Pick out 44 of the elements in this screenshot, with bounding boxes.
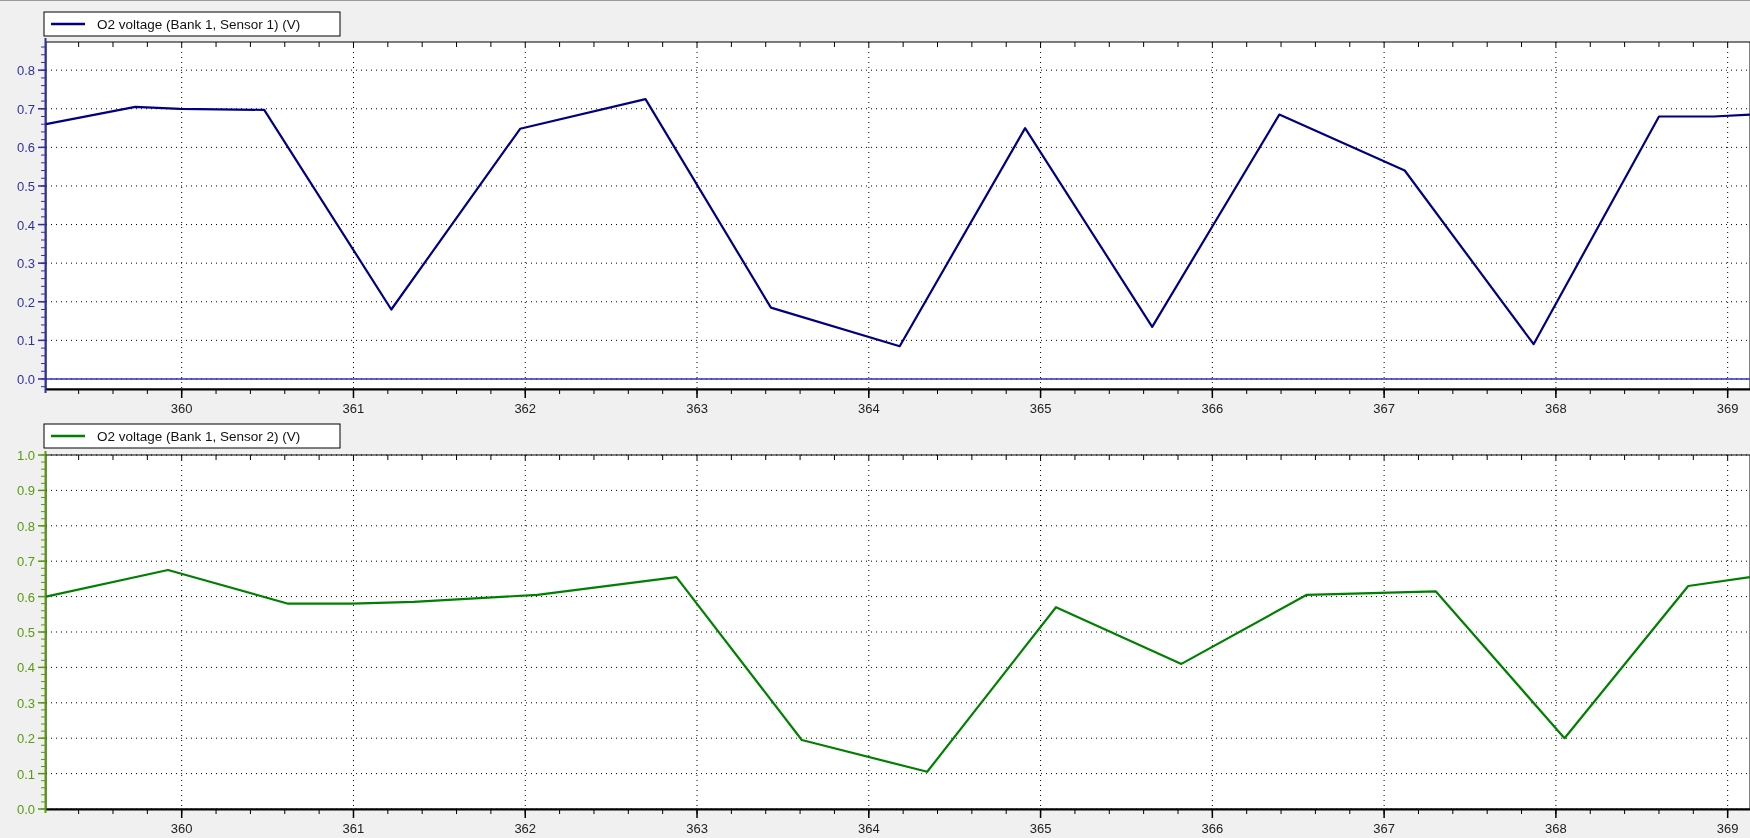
legend-line-icon <box>51 22 85 26</box>
y-tick-label: 0.5 <box>16 625 35 640</box>
x-tick-label: 362 <box>514 821 537 836</box>
y-tick-label: 0.4 <box>16 660 35 676</box>
y-tick-label: 0.7 <box>16 554 35 570</box>
y-tick-label: 0.4 <box>16 217 35 233</box>
x-tick-label: 360 <box>170 401 193 416</box>
y-tick-label: 0.9 <box>16 483 35 499</box>
x-tick-label: 368 <box>1545 401 1567 416</box>
x-tick-label: 366 <box>1201 401 1224 416</box>
y-tick-label: 0.3 <box>16 256 35 272</box>
x-tick-label: 365 <box>1029 821 1052 836</box>
y-tick-label: 0.6 <box>16 589 35 605</box>
x-tick-label: 364 <box>857 821 880 836</box>
x-tick-label: 362 <box>514 401 537 416</box>
x-tick-label: 367 <box>1373 401 1395 416</box>
x-tick-label: 361 <box>342 821 365 836</box>
x-tick-label: 369 <box>1716 401 1739 416</box>
y-tick-label: 0.2 <box>16 294 35 310</box>
y-tick-label: 0.8 <box>16 518 35 534</box>
y-tick-label: 0.0 <box>16 802 35 817</box>
y-tick-label: 0.3 <box>16 695 35 711</box>
x-tick-label: 361 <box>342 401 365 416</box>
x-tick-label: 365 <box>1029 401 1052 416</box>
legend-label: O2 voltage (Bank 1, Sensor 2) (V) <box>97 429 301 444</box>
x-tick-label: 364 <box>857 401 880 416</box>
x-tick-label: 369 <box>1716 821 1739 836</box>
x-tick-label: 363 <box>686 821 708 836</box>
x-tick-label: 360 <box>170 821 193 836</box>
y-tick-label: 0.5 <box>16 178 35 194</box>
y-tick-label: 1.0 <box>16 448 35 463</box>
legend-label: O2 voltage (Bank 1, Sensor 1) (V) <box>97 17 301 32</box>
y-tick-label: 0.1 <box>16 333 35 349</box>
y-tick-label: 0.2 <box>16 731 35 747</box>
y-tick-label: 0.6 <box>16 140 35 156</box>
x-tick-label: 368 <box>1545 821 1567 836</box>
x-tick-label: 363 <box>686 401 708 416</box>
y-tick-label: 0.7 <box>16 101 35 117</box>
y-tick-label: 0.1 <box>16 766 35 782</box>
x-tick-label: 366 <box>1201 821 1224 836</box>
y-tick-label: 0.0 <box>16 371 35 387</box>
legend-line-icon <box>51 434 85 438</box>
x-tick-label: 367 <box>1373 821 1395 836</box>
y-tick-label: 0.8 <box>16 63 35 79</box>
